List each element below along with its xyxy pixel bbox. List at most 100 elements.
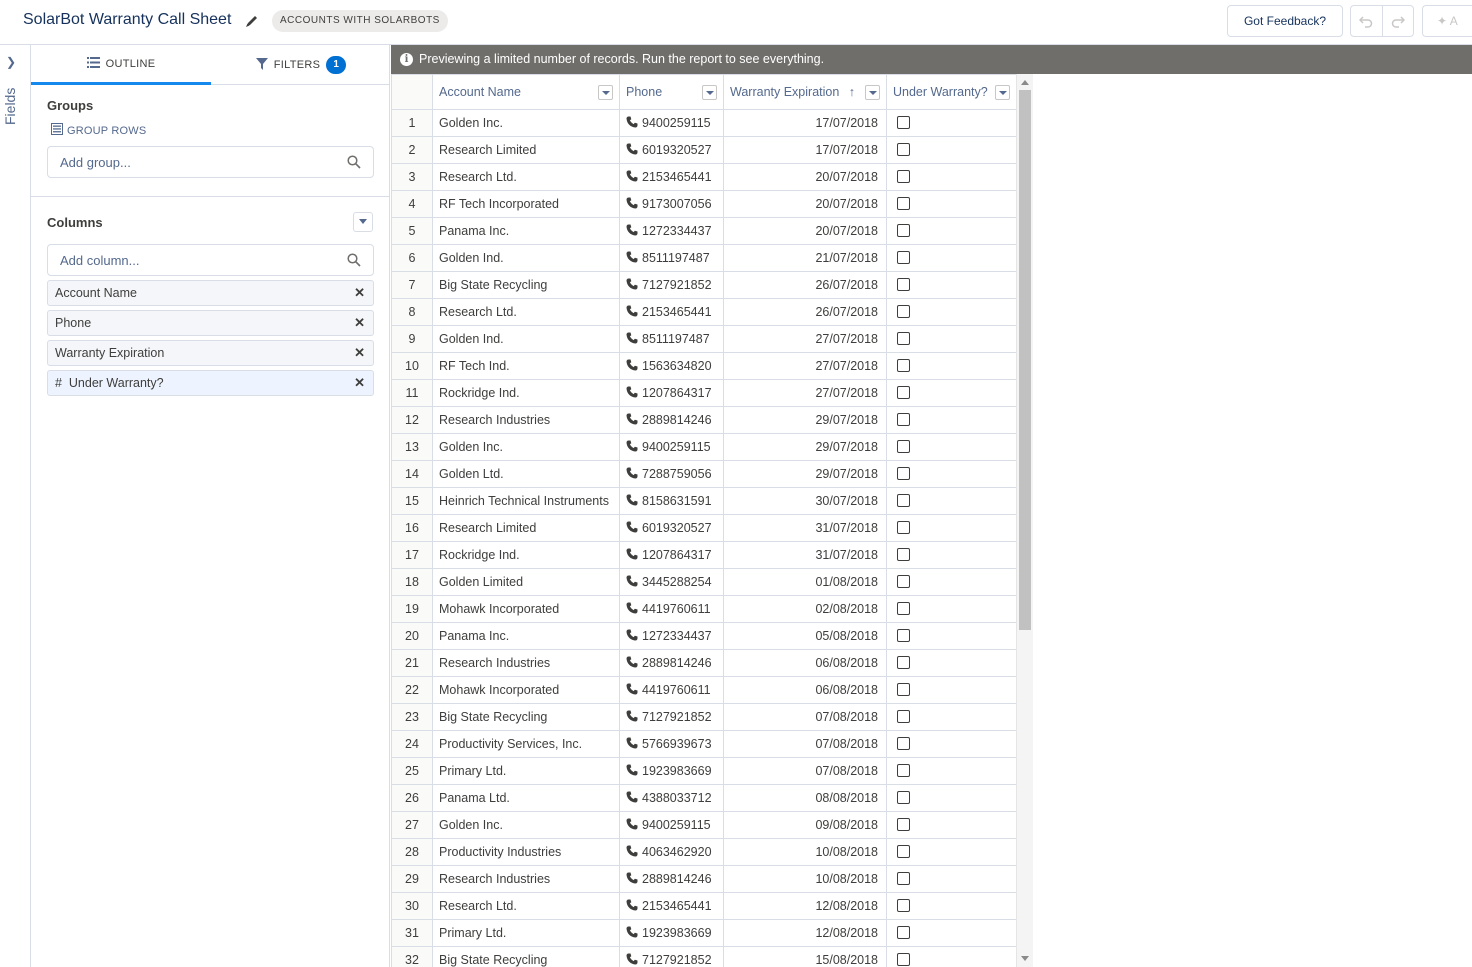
column-header-phone[interactable]: Phone <box>619 74 724 110</box>
phone-cell[interactable]: 6019320527 <box>619 514 724 542</box>
phone-cell[interactable]: 8511197487 <box>619 244 724 272</box>
remove-column-icon[interactable]: ✕ <box>354 371 365 395</box>
undo-button[interactable] <box>1351 6 1382 36</box>
scrollbar-thumb[interactable] <box>1019 90 1031 630</box>
phone-cell[interactable]: 2889814246 <box>619 649 724 677</box>
phone-cell[interactable]: 7127921852 <box>619 271 724 299</box>
column-item-under-warranty[interactable]: # Under Warranty? ✕ <box>47 370 374 396</box>
phone-cell[interactable]: 4419760611 <box>619 676 724 704</box>
table-row[interactable]: 26 Panama Ltd. 4388033712 08/08/2018 <box>391 784 1016 812</box>
table-row[interactable]: 15 Heinrich Technical Instruments 81586315… <box>391 487 1016 515</box>
table-row[interactable]: 24 Productivity Services, Inc. 5766939673 0… <box>391 730 1016 758</box>
table-row[interactable]: 11 Rockridge Ind. 1207864317 27/07/2018 <box>391 379 1016 407</box>
table-row[interactable]: 28 Productivity Industries 4063462920 10/08… <box>391 838 1016 866</box>
phone-cell[interactable]: 1563634820 <box>619 352 724 380</box>
scroll-down-arrow-icon[interactable] <box>1021 956 1029 961</box>
table-row[interactable]: 9 Golden Ind. 8511197487 27/07/2018 <box>391 325 1016 353</box>
table-row[interactable]: 27 Golden Inc. 9400259115 09/08/2018 <box>391 811 1016 839</box>
phone-cell[interactable]: 9400259115 <box>619 433 724 461</box>
phone-cell[interactable]: 1923983669 <box>619 757 724 785</box>
table-row[interactable]: 20 Panama Inc. 1272334437 05/08/2018 <box>391 622 1016 650</box>
column-menu-icon[interactable] <box>865 85 880 100</box>
account-name-cell[interactable]: Panama Inc. <box>432 622 620 650</box>
phone-cell[interactable]: 2889814246 <box>619 406 724 434</box>
account-name-cell[interactable]: Research Ltd. <box>432 892 620 920</box>
phone-cell[interactable]: 4388033712 <box>619 784 724 812</box>
phone-cell[interactable]: 9173007056 <box>619 190 724 218</box>
account-name-cell[interactable]: Research Ltd. <box>432 163 620 191</box>
chevron-right-icon[interactable]: ❯ <box>6 55 16 69</box>
phone-cell[interactable]: 8511197487 <box>619 325 724 353</box>
account-name-cell[interactable]: RF Tech Ind. <box>432 352 620 380</box>
account-name-cell[interactable]: Productivity Services, Inc. <box>432 730 620 758</box>
phone-cell[interactable]: 1207864317 <box>619 541 724 569</box>
table-row[interactable]: 4 RF Tech Incorporated 9173007056 20/07/201… <box>391 190 1016 218</box>
account-name-cell[interactable]: Mohawk Incorporated <box>432 676 620 704</box>
table-row[interactable]: 29 Research Industries 2889814246 10/08/201… <box>391 865 1016 893</box>
account-name-cell[interactable]: Primary Ltd. <box>432 757 620 785</box>
columns-menu-button[interactable] <box>353 212 373 232</box>
table-row[interactable]: 23 Big State Recycling 7127921852 07/08/201… <box>391 703 1016 731</box>
account-name-cell[interactable]: Golden Inc. <box>432 811 620 839</box>
phone-cell[interactable]: 1272334437 <box>619 622 724 650</box>
column-header-account-name[interactable]: Account Name <box>432 74 620 110</box>
add-column-field[interactable] <box>47 244 374 276</box>
account-name-cell[interactable]: Golden Ind. <box>432 325 620 353</box>
account-name-cell[interactable]: Golden Limited <box>432 568 620 596</box>
table-row[interactable]: 32 Big State Recycling 7127921852 15/08/201… <box>391 946 1016 967</box>
account-name-cell[interactable]: Big State Recycling <box>432 271 620 299</box>
fields-strip[interactable]: ❯ Fields <box>0 45 31 967</box>
table-row[interactable]: 12 Research Industries 2889814246 29/07/201… <box>391 406 1016 434</box>
phone-cell[interactable]: 3445288254 <box>619 568 724 596</box>
table-row[interactable]: 30 Research Ltd. 2153465441 12/08/2018 <box>391 892 1016 920</box>
table-row[interactable]: 14 Golden Ltd. 7288759056 29/07/2018 <box>391 460 1016 488</box>
account-name-cell[interactable]: Panama Ltd. <box>432 784 620 812</box>
phone-cell[interactable]: 5766939673 <box>619 730 724 758</box>
table-row[interactable]: 2 Research Limited 6019320527 17/07/2018 <box>391 136 1016 164</box>
edit-pencil-icon[interactable] <box>245 14 261 30</box>
column-header-warranty-expiration[interactable]: Warranty Expiration ↑ <box>723 74 887 110</box>
column-menu-icon[interactable] <box>995 85 1010 100</box>
phone-cell[interactable]: 7127921852 <box>619 946 724 967</box>
account-name-cell[interactable]: Golden Ltd. <box>432 460 620 488</box>
vertical-scrollbar[interactable] <box>1016 74 1033 967</box>
account-name-cell[interactable]: Research Limited <box>432 514 620 542</box>
account-name-cell[interactable]: Rockridge Ind. <box>432 379 620 407</box>
table-row[interactable]: 19 Mohawk Incorporated 4419760611 02/08/201… <box>391 595 1016 623</box>
phone-cell[interactable]: 1207864317 <box>619 379 724 407</box>
account-name-cell[interactable]: Heinrich Technical Instruments <box>432 487 620 515</box>
fields-label[interactable]: Fields <box>2 75 18 125</box>
tab-outline[interactable]: OUTLINE <box>31 45 211 85</box>
table-row[interactable]: 5 Panama Inc. 1272334437 20/07/2018 <box>391 217 1016 245</box>
phone-cell[interactable]: 2889814246 <box>619 865 724 893</box>
account-name-cell[interactable]: Golden Inc. <box>432 109 620 137</box>
add-chart-button[interactable]: ✦ A <box>1422 5 1472 37</box>
account-name-cell[interactable]: Mohawk Incorporated <box>432 595 620 623</box>
column-menu-icon[interactable] <box>598 85 613 100</box>
account-name-cell[interactable]: Golden Ind. <box>432 244 620 272</box>
table-row[interactable]: 18 Golden Limited 3445288254 01/08/2018 <box>391 568 1016 596</box>
account-name-cell[interactable]: Research Industries <box>432 865 620 893</box>
phone-cell[interactable]: 8158631591 <box>619 487 724 515</box>
add-group-input[interactable] <box>48 147 328 177</box>
account-name-cell[interactable]: Research Industries <box>432 406 620 434</box>
account-name-cell[interactable]: Big State Recycling <box>432 946 620 967</box>
account-name-cell[interactable]: Research Industries <box>432 649 620 677</box>
feedback-button[interactable]: Got Feedback? <box>1227 5 1343 37</box>
remove-column-icon[interactable]: ✕ <box>354 311 365 335</box>
column-header-under-warranty[interactable]: Under Warranty? <box>886 74 1016 110</box>
account-name-cell[interactable]: Primary Ltd. <box>432 919 620 947</box>
table-row[interactable]: 16 Research Limited 6019320527 31/07/2018 <box>391 514 1016 542</box>
account-name-cell[interactable]: Big State Recycling <box>432 703 620 731</box>
column-item-phone[interactable]: Phone ✕ <box>47 310 374 336</box>
phone-cell[interactable]: 2153465441 <box>619 892 724 920</box>
phone-cell[interactable]: 9400259115 <box>619 109 724 137</box>
account-name-cell[interactable]: Rockridge Ind. <box>432 541 620 569</box>
phone-cell[interactable]: 4063462920 <box>619 838 724 866</box>
account-name-cell[interactable]: Golden Inc. <box>432 433 620 461</box>
tab-filters[interactable]: FILTERS 1 <box>211 45 391 85</box>
table-row[interactable]: 1 Golden Inc. 9400259115 17/07/2018 <box>391 109 1016 137</box>
phone-cell[interactable]: 6019320527 <box>619 136 724 164</box>
account-name-cell[interactable]: Productivity Industries <box>432 838 620 866</box>
table-row[interactable]: 22 Mohawk Incorporated 4419760611 06/08/201… <box>391 676 1016 704</box>
